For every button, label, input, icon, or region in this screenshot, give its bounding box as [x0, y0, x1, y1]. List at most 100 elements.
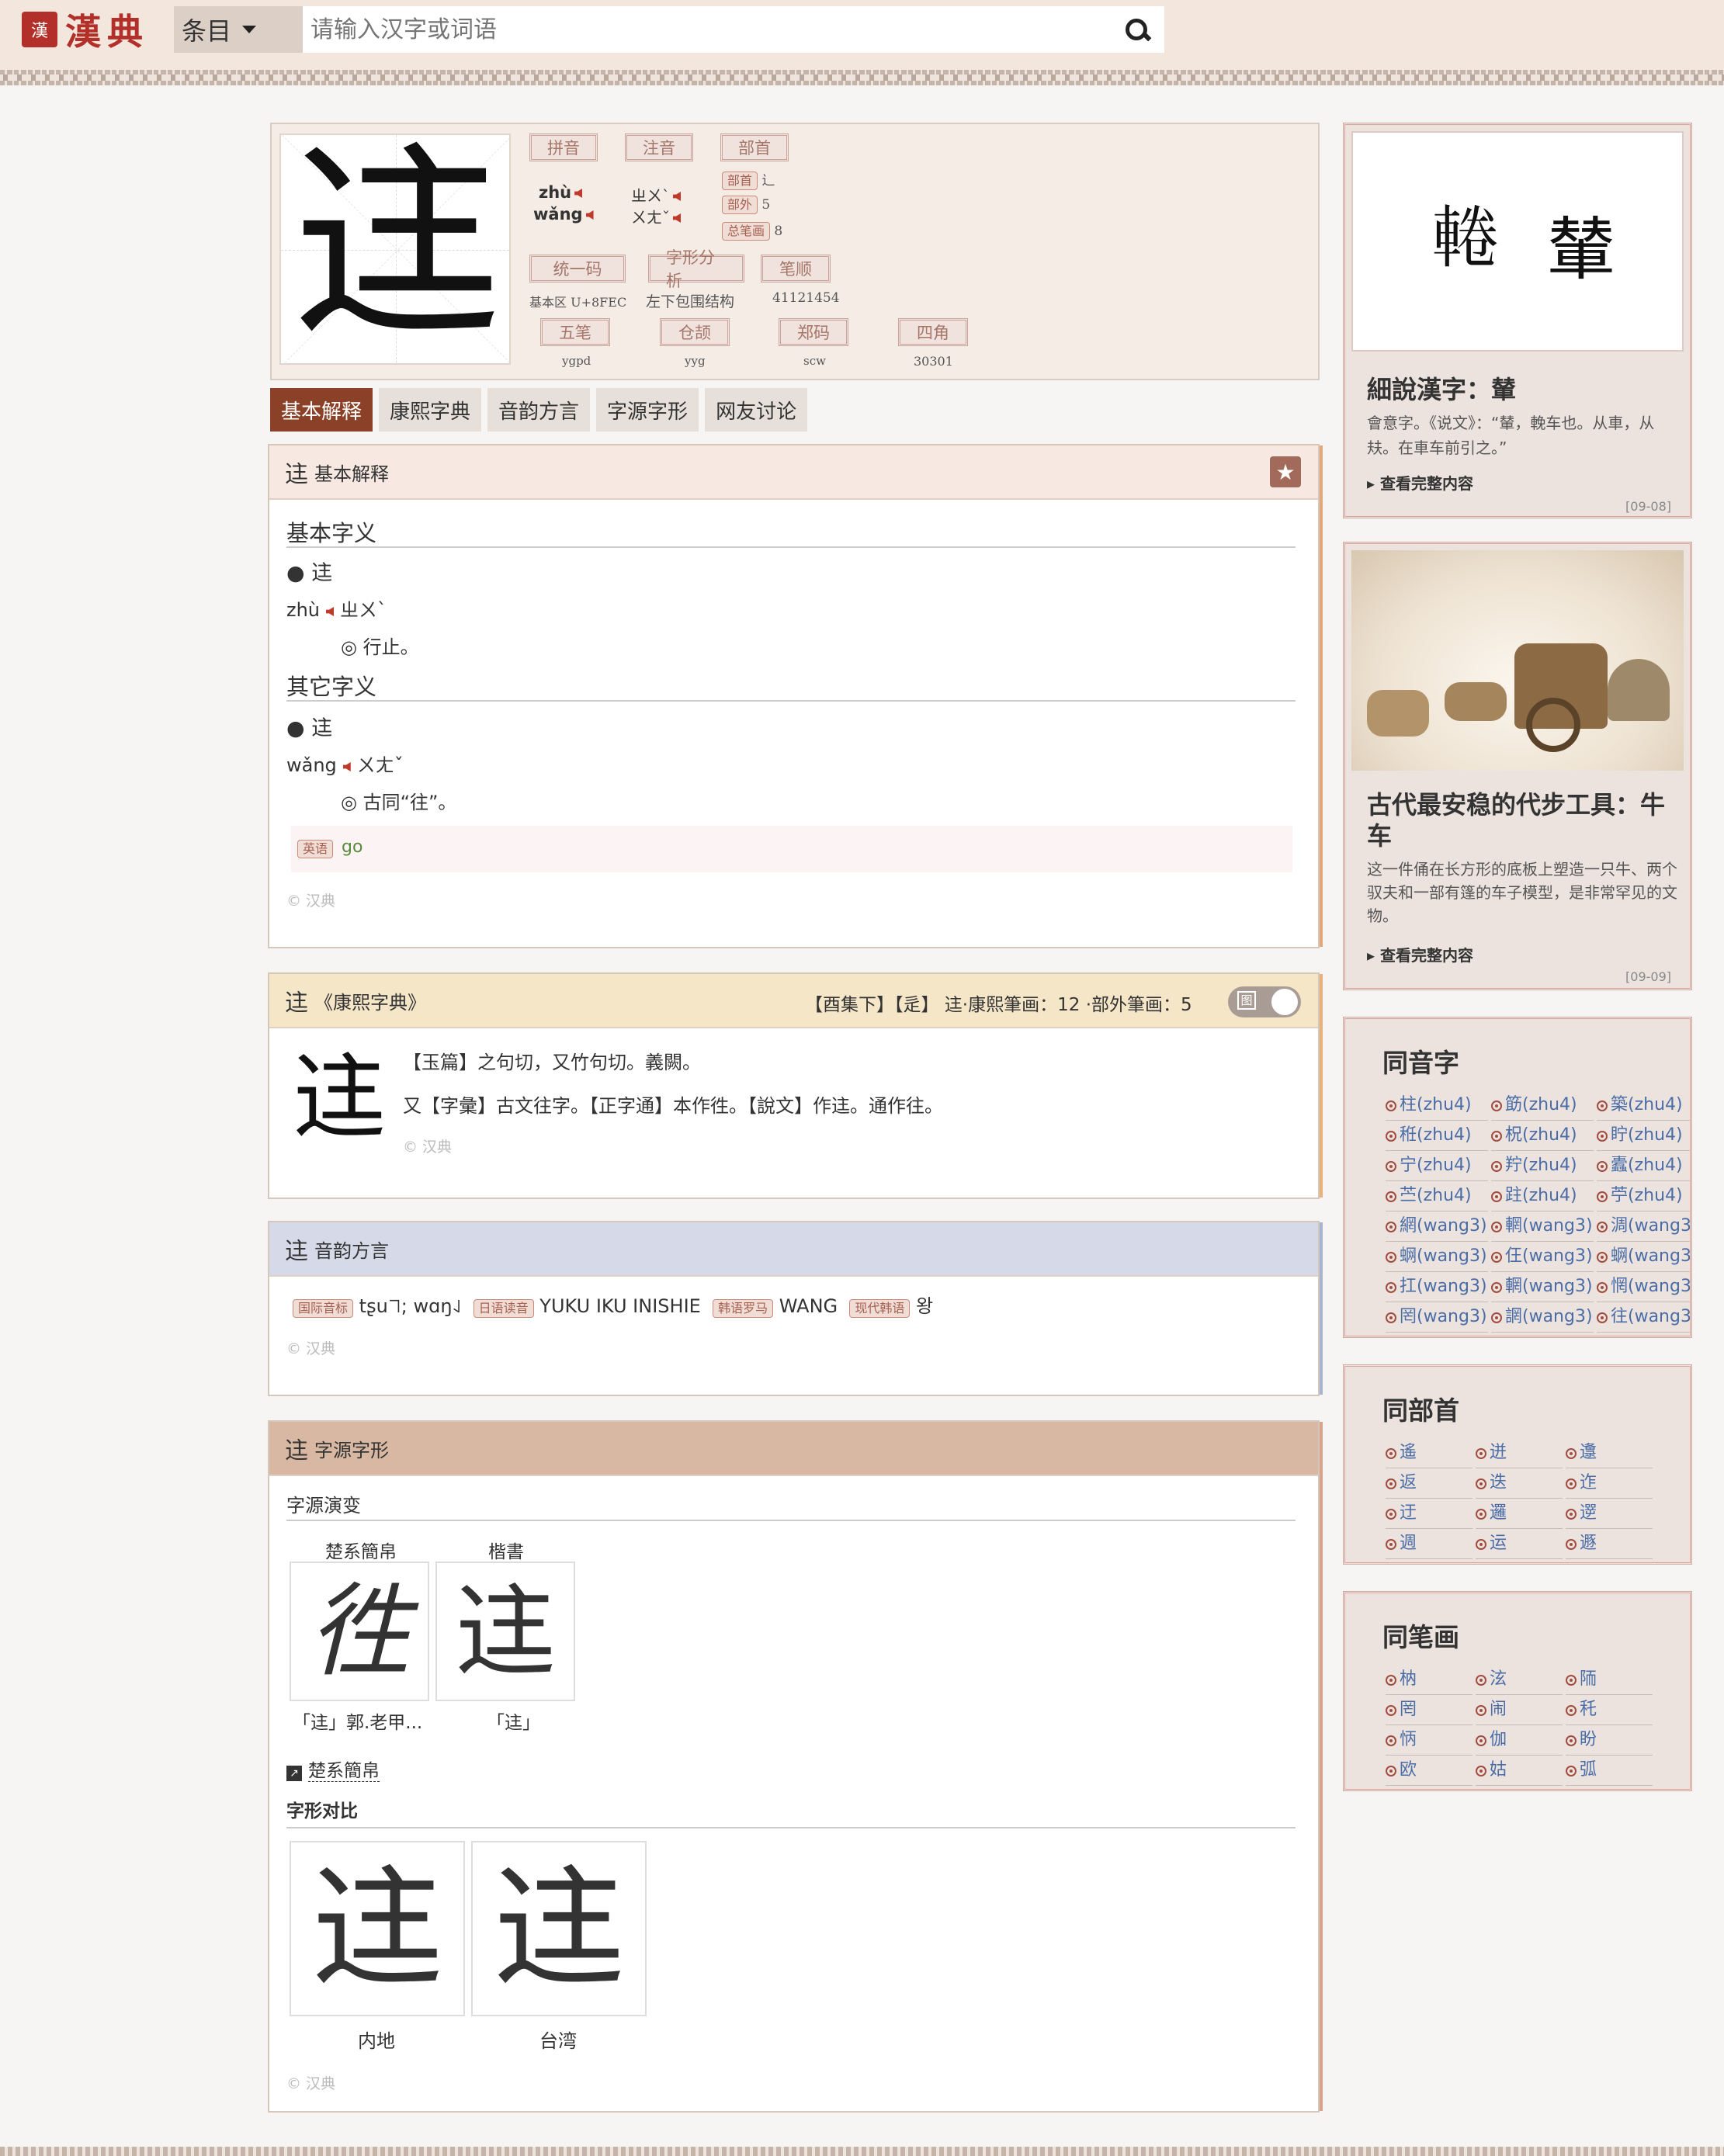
chu-glyph-cell[interactable]: 徃 [290, 1562, 429, 1701]
homophone-link[interactable]: 苎(zhu4) [1386, 1181, 1488, 1211]
same-strokes-link[interactable]: 盼 [1566, 1725, 1653, 1756]
same-strokes-link[interactable]: 姑 [1476, 1756, 1563, 1786]
speaker-icon[interactable] [585, 210, 594, 220]
tab-yinyun[interactable]: 音韵方言 [487, 388, 591, 432]
tag-pinyin[interactable]: 拼音 [529, 133, 598, 161]
side-article-2[interactable]: 古代最安稳的代步工具：牛车 这一件俑在长方形的底板上塑造一只牛、两个驭夫和一部有… [1343, 542, 1692, 990]
same-radical-link[interactable]: 邏 [1476, 1499, 1563, 1529]
same-radical-title: 同部首 [1382, 1395, 1459, 1426]
same-strokes-link[interactable]: 泫 [1476, 1665, 1563, 1695]
tag-zhengma[interactable]: 郑码 [779, 318, 848, 346]
same-radical-link[interactable]: 遯 [1566, 1529, 1653, 1559]
tag-wubi[interactable]: 五笔 [540, 318, 610, 346]
zhuyin-wang[interactable]: ㄨㄤˇ [631, 205, 681, 227]
same-radical-link[interactable]: 邍 [1566, 1438, 1653, 1468]
same-radical-link[interactable]: 迸 [1476, 1438, 1563, 1468]
pinyin-wang[interactable]: wǎng [533, 205, 594, 224]
site-logo[interactable]: 漢 漢典 [22, 6, 149, 53]
homophone-link[interactable]: 柱(zhu4) [1386, 1090, 1488, 1121]
speaker-icon[interactable] [342, 762, 351, 771]
homophone-link[interactable]: 筯(zhu4) [1491, 1090, 1594, 1121]
homophone-link[interactable]: 跓(zhu4) [1491, 1181, 1594, 1211]
same-radical-link[interactable]: 迂 [1386, 1499, 1473, 1529]
homophone-link[interactable]: 往(wang3) [1597, 1302, 1690, 1333]
homophone-link[interactable]: 蛧(wang3) [1386, 1242, 1488, 1272]
yinyun-section: 迬音韵方言 国际音标 tʂu˥˥; wɑŋ˨˩ 日语读音 YUKU IKU IN… [268, 1221, 1323, 1396]
same-radical-link[interactable]: 迮 [1566, 1468, 1653, 1499]
homophone-link[interactable]: 輞(wang3) [1491, 1272, 1594, 1302]
tab-basic[interactable]: 基本解释 [270, 388, 373, 432]
homophone-link[interactable]: 眝(zhu4) [1597, 1121, 1690, 1151]
same-strokes-link[interactable]: 枘 [1386, 1665, 1473, 1695]
radical-value[interactable]: 辶 [761, 173, 775, 189]
same-radical-link[interactable]: 运 [1476, 1529, 1563, 1559]
search-category-select[interactable]: 条目 [174, 6, 303, 53]
homophone-link[interactable]: 秹(zhu4) [1386, 1121, 1488, 1151]
homophone-link[interactable]: 蠹(zhu4) [1597, 1151, 1690, 1181]
kai-label: 楷書 [488, 1542, 524, 1562]
article-2-title[interactable]: 古代最安稳的代步工具：牛车 [1367, 789, 1685, 851]
footer-border [0, 2147, 1724, 2156]
article-1-title[interactable]: 細說漢字：輦 [1367, 370, 1516, 406]
kangxi-image-toggle[interactable]: 图 [1228, 986, 1301, 1017]
tag-bishun[interactable]: 笔顺 [761, 255, 831, 282]
tag-unicode[interactable]: 统一码 [529, 255, 626, 282]
homophone-link[interactable]: 扛(wang3) [1386, 1272, 1488, 1302]
kai-glyph-cell[interactable]: 迬 [435, 1562, 575, 1701]
tab-kangxi[interactable]: 康熙字典 [379, 388, 482, 432]
speaker-icon[interactable] [673, 213, 681, 223]
speaker-icon[interactable] [326, 607, 335, 616]
same-strokes-link[interactable]: 陑 [1566, 1665, 1653, 1695]
chu-link[interactable]: ↗ 楚系簡帛 [286, 1756, 380, 1782]
logo-text: 漢典 [65, 11, 149, 53]
bullet-icon [1476, 1675, 1486, 1686]
search-input[interactable] [303, 6, 1164, 53]
side-article-1[interactable]: 𨌫 輦 細說漢字：輦 會意字。《说文》：“輦，輓车也。从車，从㚘。在車车前引之。… [1343, 123, 1692, 518]
zhuyin-zhu[interactable]: ㄓㄨˋ [631, 183, 681, 206]
same-strokes-link[interactable]: 伽 [1476, 1725, 1563, 1756]
homophone-link[interactable]: 誷(wang3) [1491, 1302, 1594, 1333]
homophone-link[interactable]: 築(zhu4) [1597, 1090, 1690, 1121]
homophone-link[interactable]: 仼(wang3) [1491, 1242, 1594, 1272]
article-2-more[interactable]: ▸ 查看完整内容 [1367, 943, 1473, 965]
tag-zhuyin[interactable]: 注音 [625, 133, 693, 161]
yinyun-header: 迬音韵方言 [269, 1222, 1318, 1277]
same-radical-link[interactable]: 遻 [1566, 1499, 1653, 1529]
same-strokes-link[interactable]: 欧 [1386, 1756, 1473, 1786]
speaker-icon[interactable] [673, 192, 681, 201]
same-strokes-link[interactable]: 怲 [1386, 1725, 1473, 1756]
homophone-link[interactable]: 宁(zhu4) [1386, 1151, 1488, 1181]
same-strokes-link[interactable]: 罔 [1386, 1695, 1473, 1725]
homophone-link[interactable]: 苧(zhu4) [1597, 1181, 1690, 1211]
same-strokes-link[interactable]: 秅 [1566, 1695, 1653, 1725]
same-radical-panel: 同部首 遙迸邍返迭迮迂邏遻週运遯 [1343, 1364, 1692, 1565]
same-strokes-link[interactable]: 闹 [1476, 1695, 1563, 1725]
homophone-link[interactable]: 網(wang3) [1386, 1211, 1488, 1242]
character-grid: 迬 [279, 133, 511, 365]
search-icon[interactable] [1119, 12, 1157, 50]
mainland-glyph-cell: 迬 [290, 1841, 465, 2016]
tag-sijiao[interactable]: 四角 [898, 318, 968, 346]
same-radical-link[interactable]: 遙 [1386, 1438, 1473, 1468]
homophone-link[interactable]: 罔(wang3) [1386, 1302, 1488, 1333]
homophone-link[interactable]: 惘(wang3) [1597, 1272, 1690, 1302]
favorite-star-icon[interactable]: ★ [1270, 456, 1301, 487]
same-radical-link[interactable]: 迭 [1476, 1468, 1563, 1499]
same-radical-link[interactable]: 返 [1386, 1468, 1473, 1499]
pinyin-zhu[interactable]: zhù [539, 183, 583, 202]
tag-structure[interactable]: 字形分析 [648, 248, 744, 290]
homophone-link[interactable]: 羜(zhu4) [1491, 1151, 1594, 1181]
tag-bushou[interactable]: 部首 [720, 133, 789, 161]
homophone-link[interactable]: 淍(wang3) [1597, 1211, 1690, 1242]
tab-ziyuan[interactable]: 字源字形 [596, 388, 699, 432]
speaker-icon[interactable] [574, 189, 583, 198]
same-strokes-link[interactable]: 弧 [1566, 1756, 1653, 1786]
tab-discussion[interactable]: 网友讨论 [705, 388, 808, 432]
same-radical-link[interactable]: 週 [1386, 1529, 1473, 1559]
homophone-link[interactable]: 輞(wang3) [1491, 1211, 1594, 1242]
homophone-link[interactable]: 蛧(wang3) [1597, 1242, 1690, 1272]
article-1-more[interactable]: ▸ 查看完整内容 [1367, 471, 1473, 494]
homophone-link[interactable]: 柷(zhu4) [1491, 1121, 1594, 1151]
article-1-body: 會意字。《说文》：“輦，輓车也。从車，从㚘。在車车前引之。” [1367, 414, 1655, 457]
tag-cangjie[interactable]: 仓颉 [660, 318, 730, 346]
